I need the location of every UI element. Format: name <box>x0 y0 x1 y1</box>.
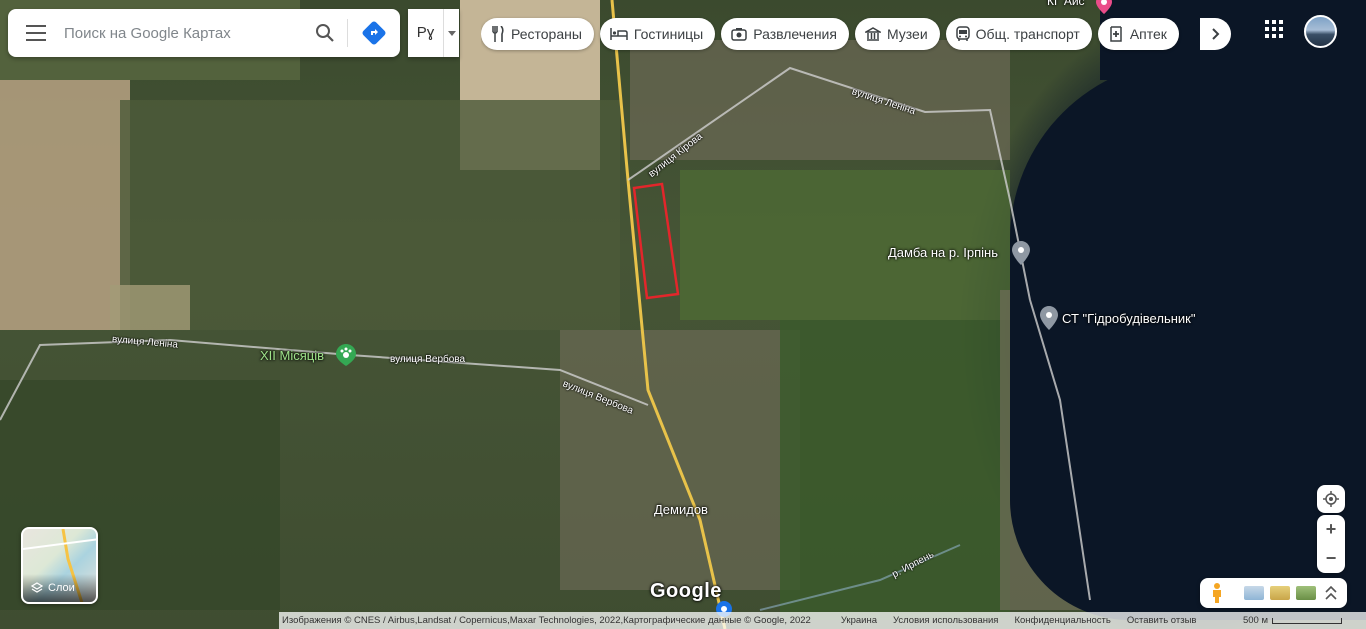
chip-label: Музеи <box>886 26 928 42</box>
place-label-top[interactable]: КГ Аис <box>1047 0 1085 8</box>
imagery-thumb-3[interactable] <box>1296 586 1316 600</box>
attribution-text: Изображения © CNES / Airbus,Landsat / Co… <box>282 615 811 626</box>
apps-grid-icon <box>1265 20 1283 38</box>
pharmacy-icon <box>1110 26 1122 42</box>
road-shore <box>1029 299 1091 601</box>
bus-icon <box>955 26 970 41</box>
directions-icon <box>362 21 386 45</box>
google-logo: Google <box>650 580 722 602</box>
caret-down-icon <box>444 30 459 36</box>
scale-indicator[interactable]: 500 м <box>1243 615 1366 626</box>
bed-icon <box>610 28 628 40</box>
attribution-footer: Изображения © CNES / Airbus,Landsat / Co… <box>279 612 1366 629</box>
gray-pin-icon[interactable] <box>1012 241 1030 265</box>
country-link[interactable]: Украина <box>833 615 885 626</box>
scale-bar <box>1272 617 1342 624</box>
layers-label-bar: Слои <box>23 574 96 602</box>
search-input[interactable] <box>64 24 303 42</box>
terms-link[interactable]: Условия использования <box>885 615 1006 626</box>
main-highway <box>610 0 727 629</box>
zoom-in-button[interactable]: + <box>1317 515 1345 544</box>
account-avatar[interactable] <box>1304 15 1337 48</box>
chip-label: Развлечения <box>753 26 837 42</box>
paw-pin-icon[interactable] <box>336 344 356 366</box>
chip-transit[interactable]: Общ. транспорт <box>945 18 1092 50</box>
imagery-thumb-2[interactable] <box>1270 586 1290 600</box>
chips-next-button[interactable] <box>1200 18 1231 50</box>
expand-up-icon[interactable] <box>1325 586 1337 600</box>
chip-label: Аптек <box>1129 26 1167 42</box>
feedback-link[interactable]: Оставить отзыв <box>1119 615 1205 626</box>
scale-label: 500 м <box>1242 615 1268 626</box>
chip-hotels[interactable]: Гостиницы <box>599 18 716 50</box>
chip-restaurants[interactable]: Рестораны <box>481 18 594 50</box>
language-selector[interactable]: Рɣ <box>408 9 459 57</box>
chip-museums[interactable]: Музеи <box>854 18 940 50</box>
chip-label: Общ. транспорт <box>975 26 1080 42</box>
chip-label: Гостиницы <box>633 26 704 42</box>
crosshair-icon <box>1323 491 1339 507</box>
place-label-damba[interactable]: Дамба на р. Ірпінь <box>888 245 998 260</box>
chip-label: Рестораны <box>511 26 582 42</box>
menu-button[interactable] <box>8 9 64 57</box>
camera-icon <box>731 28 747 41</box>
search-button[interactable] <box>303 9 347 57</box>
chevron-right-icon <box>1211 28 1219 40</box>
layers-label: Слои <box>48 582 75 594</box>
highlight-area <box>632 182 680 300</box>
directions-button[interactable] <box>348 9 400 57</box>
pegman-icon[interactable] <box>1210 582 1224 604</box>
imagery-thumb-1[interactable] <box>1244 586 1264 600</box>
privacy-link[interactable]: Конфиденциальность <box>1006 615 1118 626</box>
place-label-xii[interactable]: XII Місяців <box>260 348 324 363</box>
fork-knife-icon <box>492 26 504 42</box>
place-label-st[interactable]: СТ "Гідробудівельник" <box>1062 311 1195 326</box>
chip-entertainment[interactable]: Развлечения <box>721 18 849 50</box>
museum-icon <box>864 26 881 41</box>
chip-pharmacy[interactable]: Аптек <box>1097 18 1179 50</box>
layers-icon <box>31 582 43 593</box>
gray-pin-icon[interactable] <box>1040 306 1058 330</box>
place-label-demidov[interactable]: Демидов <box>654 502 708 517</box>
search-box <box>8 9 400 57</box>
road-label-verbova-1: вулиця Вербова <box>390 354 466 365</box>
zoom-out-button[interactable]: − <box>1317 544 1345 573</box>
category-chips: Рестораны Гостиницы Развлечения Музеи Об… <box>481 14 1233 54</box>
hamburger-icon <box>26 25 46 41</box>
road-kirova <box>627 66 1031 301</box>
search-icon <box>316 24 334 42</box>
apps-button[interactable] <box>1265 20 1289 44</box>
language-label: Рɣ <box>408 9 444 57</box>
satellite-map[interactable]: вулиця Кірова вулиця Леніна вулиця Ленін… <box>0 0 1366 629</box>
zoom-control: + − <box>1317 515 1345 573</box>
my-location-button[interactable] <box>1317 485 1345 513</box>
layers-button[interactable]: Слои <box>21 527 98 604</box>
imagery-panel <box>1200 578 1347 608</box>
